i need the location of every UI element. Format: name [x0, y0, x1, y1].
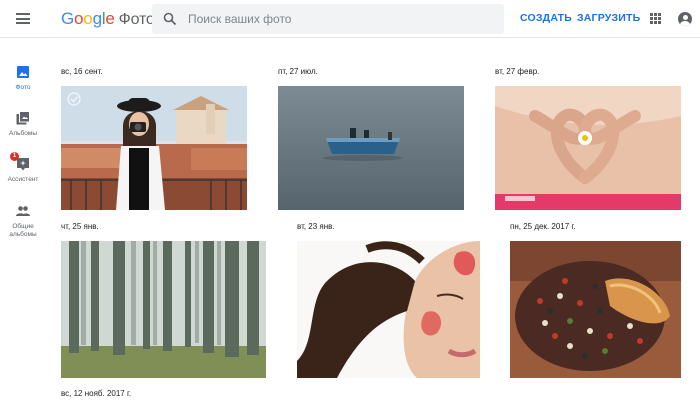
assistant-badge: 1	[10, 152, 19, 161]
date-header: пт, 27 июл.	[278, 67, 318, 76]
sidebar-item-label: Общие альбомы	[9, 223, 37, 238]
upload-button[interactable]: ЗАГРУЗИТЬ	[577, 12, 640, 24]
date-header: вс, 12 нояб. 2017 г.	[61, 389, 132, 398]
sidebar-item-label: Альбомы	[9, 130, 37, 137]
sidebar-item-shared-albums[interactable]: Общие альбомы	[0, 204, 46, 239]
search-input[interactable]	[188, 4, 488, 34]
sidebar-item-photos[interactable]: Фото	[0, 65, 46, 92]
product-name: Фото	[118, 11, 155, 28]
search-box[interactable]	[152, 4, 504, 34]
date-header: пн, 25 дек. 2017 г.	[510, 222, 576, 231]
photo-boat-on-water[interactable]	[278, 86, 464, 210]
photo-woman-with-camera[interactable]	[61, 86, 247, 210]
sidebar-item-label: Ассистент	[7, 176, 39, 183]
date-header: чт, 25 янв.	[61, 222, 99, 231]
shared-albums-icon	[16, 206, 30, 216]
account-icon[interactable]	[678, 12, 692, 26]
photo-foggy-forest[interactable]	[61, 241, 266, 378]
photo-icon	[17, 66, 29, 78]
sidebar: Фото Альбомы 1 Ассистент Общие альбомы	[0, 39, 46, 403]
sidebar-item-assistant[interactable]: 1 Ассистент	[0, 152, 46, 184]
sidebar-item-albums[interactable]: Альбомы	[0, 111, 46, 138]
apps-icon[interactable]	[650, 13, 661, 24]
create-button[interactable]: СОЗДАТЬ	[520, 12, 572, 24]
date-header: вт, 27 февр.	[495, 67, 540, 76]
top-bar: GoogleФото СОЗДАТЬ ЗАГРУЗИТЬ	[0, 0, 700, 38]
google-photos-logo[interactable]: Google Фото	[61, 9, 155, 29]
photo-face-with-petals[interactable]	[297, 241, 480, 378]
sidebar-item-label: Фото	[15, 84, 31, 91]
search-icon[interactable]	[163, 12, 177, 26]
date-header: вс, 16 сент.	[61, 67, 103, 76]
albums-icon	[16, 111, 30, 125]
photo-peppercorns[interactable]	[510, 241, 681, 378]
menu-icon[interactable]	[16, 13, 30, 24]
photo-hands-heart-belly[interactable]	[495, 86, 681, 210]
date-header: вт, 23 янв.	[297, 222, 335, 231]
